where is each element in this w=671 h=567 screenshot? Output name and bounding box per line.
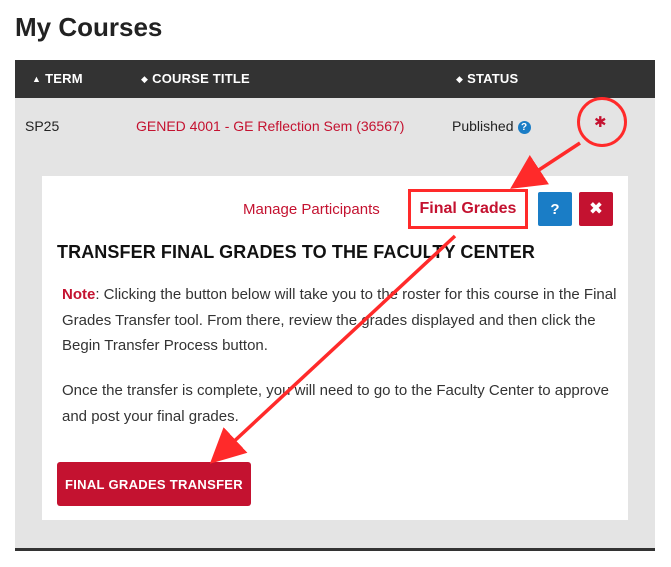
status-cell: Published? bbox=[452, 118, 531, 134]
final-grades-transfer-button[interactable]: FINAL GRADES TRANSFER bbox=[57, 462, 251, 506]
note-text: : Clicking the button below will take yo… bbox=[62, 286, 617, 354]
note-label: Note bbox=[62, 286, 96, 303]
status-text: Published bbox=[452, 118, 514, 134]
final-grades-tab[interactable]: Final Grades bbox=[408, 189, 528, 229]
table-header: ▲ TERM ◆ COURSE TITLE ◆ STATUS bbox=[15, 60, 655, 98]
sort-up-icon: ▲ bbox=[32, 74, 42, 84]
term-cell: SP25 bbox=[25, 118, 60, 134]
instructions-paragraph: Once the transfer is complete, you will … bbox=[62, 382, 609, 425]
sort-both-icon: ◆ bbox=[141, 74, 149, 84]
header-status[interactable]: ◆ STATUS bbox=[456, 71, 518, 86]
help-icon[interactable]: ? bbox=[517, 121, 531, 134]
header-course-title[interactable]: ◆ COURSE TITLE bbox=[141, 71, 250, 86]
header-term[interactable]: ▲ TERM bbox=[32, 71, 83, 86]
question-icon: ? bbox=[550, 200, 560, 218]
manage-participants-link[interactable]: Manage Participants bbox=[243, 201, 380, 218]
annotation-circle: ✱ bbox=[577, 97, 627, 147]
close-icon: ✖ bbox=[588, 199, 604, 218]
course-title-cell: GENED 4001 - GE Reflection Sem (36567) bbox=[136, 118, 404, 134]
note-paragraph: Note: Clicking the button below will tak… bbox=[62, 282, 622, 359]
panel-heading: TRANSFER FINAL GRADES TO THE FACULTY CEN… bbox=[57, 242, 535, 262]
course-title-link[interactable]: GENED 4001 - GE Reflection Sem (36567) bbox=[136, 118, 404, 134]
page-title: My Courses bbox=[15, 12, 163, 42]
close-button[interactable]: ✖ bbox=[579, 192, 613, 226]
sort-both-icon: ◆ bbox=[456, 74, 464, 84]
gear-icon[interactable]: ✱ bbox=[594, 113, 607, 131]
help-button[interactable]: ? bbox=[538, 192, 572, 226]
